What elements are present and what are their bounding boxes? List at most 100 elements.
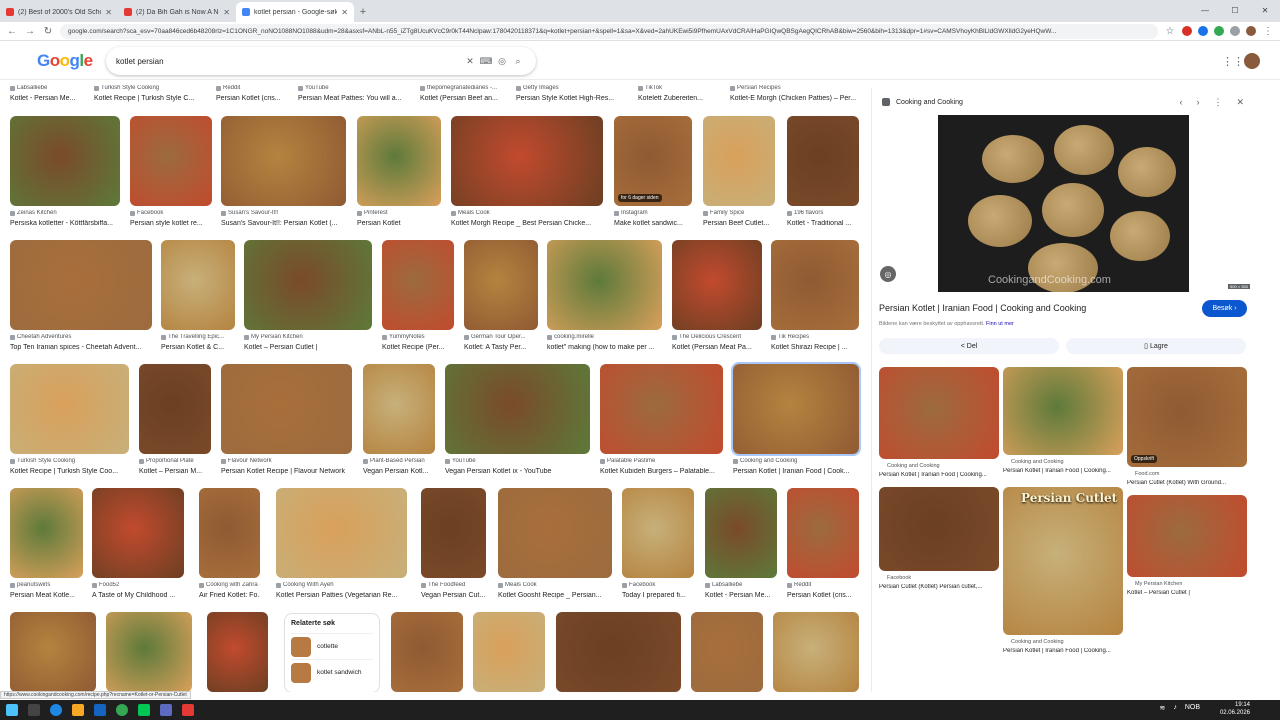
result-thumbnail[interactable] (771, 240, 859, 330)
related-caption[interactable]: Persian Cutlet (Kotlet) Persian cutlet,.… (879, 584, 999, 590)
result-thumbnail[interactable] (445, 364, 590, 454)
result-caption[interactable]: Kotelett Zubereiten... (638, 95, 724, 102)
result-source[interactable]: Reddit (216, 85, 292, 91)
result-thumbnail[interactable] (672, 240, 762, 330)
result-thumbnail[interactable] (391, 612, 463, 692)
related-caption[interactable]: Persian Kotlet | Iranian Food | Cooking.… (1003, 468, 1123, 474)
result-thumbnail[interactable] (276, 488, 407, 578)
result-caption[interactable]: Persian Kotlet (cris... (216, 95, 292, 102)
image-result[interactable]: Turkish Style Cooking Kotlet Recipe | Tu… (94, 80, 210, 106)
result-source[interactable]: Pinterest (357, 210, 441, 216)
chrome-icon[interactable] (116, 704, 128, 716)
close-window-button[interactable]: ✕ (1250, 0, 1280, 20)
avatar[interactable] (1244, 53, 1260, 69)
related-thumbnail[interactable] (1127, 495, 1247, 577)
result-source[interactable]: Susan's Savour-It!! (221, 210, 346, 216)
extension-icon[interactable] (1214, 26, 1224, 36)
image-result[interactable]: Cooking with Zahra - Air Fried Kotlet: F… (199, 488, 260, 606)
maximize-button[interactable]: ☐ (1220, 0, 1250, 20)
result-thumbnail[interactable] (498, 488, 612, 578)
image-result[interactable]: The Delicious Crescent Kotlet (Persian M… (672, 240, 762, 358)
result-caption[interactable]: Kotlet Goosht Recipe _ Persian... (498, 592, 612, 599)
image-result[interactable]: Palatable Pastime Kotlet Kubideh Burgers… (600, 364, 723, 482)
start-icon[interactable] (6, 704, 18, 716)
result-caption[interactable]: Air Fried Kotlet: Fo... (199, 592, 260, 599)
result-source[interactable]: The Delicious Crescent (672, 334, 762, 340)
result-source[interactable]: Meals Cook (451, 210, 603, 216)
result-source[interactable]: German Tour Oper... (464, 334, 538, 340)
image-result[interactable]: The Foodfeed Vegan Persian Cut... (421, 488, 486, 606)
clock[interactable]: 19:14 02.06.2026 (1220, 701, 1250, 717)
result-caption[interactable]: Persian Kotlet (cris... (787, 592, 859, 599)
image-result[interactable]: Flavour Network Persian Kotlet Recipe | … (221, 364, 352, 482)
result-caption[interactable]: Vegan Persian Cut... (421, 592, 486, 599)
browser-tab[interactable]: (2) Da Bih Gah is Now A Nu ✕ (118, 2, 236, 22)
related-search-item[interactable]: cotlette (291, 633, 373, 659)
image-result[interactable] (473, 612, 545, 692)
result-caption[interactable]: Kotlet (Persian Beef an... (420, 95, 510, 102)
image-result[interactable] (10, 612, 96, 692)
result-thumbnail[interactable] (139, 364, 211, 454)
result-source[interactable]: Facebook (130, 210, 212, 216)
image-result[interactable] (556, 612, 681, 692)
result-caption[interactable]: Kotlet - Persian Me... (705, 592, 777, 599)
image-result[interactable]: Meals Cook Kotlet Morgh Recipe _ Best Pe… (451, 116, 603, 234)
google-logo[interactable]: Google (37, 51, 93, 71)
result-thumbnail[interactable] (161, 240, 235, 330)
volume-icon[interactable]: ♪ (1173, 704, 1177, 712)
result-thumbnail[interactable] (221, 364, 352, 454)
image-result[interactable]: Proportional Plate Kotlet – Persian M... (139, 364, 211, 482)
result-caption[interactable]: Kotlet: A Tasty Per... (464, 344, 538, 351)
result-source[interactable]: Labsalliebe (10, 85, 88, 91)
result-caption[interactable]: Vegan Persian Kotl... (363, 468, 435, 475)
image-result[interactable] (391, 612, 463, 692)
share-button[interactable]: < Del (879, 338, 1059, 354)
result-caption[interactable]: Kotlet Kubideh Burgers – Palatable... (600, 468, 723, 475)
related-thumbnail[interactable] (1003, 367, 1123, 455)
visit-button[interactable]: Besøk › (1202, 300, 1247, 317)
edge-icon[interactable] (50, 704, 62, 716)
image-result[interactable]: for 6 dager siden Instagram Make kotlet … (614, 116, 692, 234)
browser-tab[interactable]: (2) Best of 2000's Old School H✕ (0, 2, 118, 22)
result-caption[interactable]: Susan's Savour-It!!: Persian Kotlet (... (221, 220, 346, 227)
browser-tab-active[interactable]: kotlet persian - Google-søk ✕ (236, 2, 354, 22)
reload-icon[interactable]: ↻ (42, 26, 54, 37)
related-thumbnail[interactable] (879, 487, 999, 571)
image-result[interactable]: peanutswirls Persian Meat Kotle... (10, 488, 83, 606)
result-caption[interactable]: Kotlet Persian Patties (Vegetarian Re... (276, 592, 407, 599)
result-thumbnail[interactable] (10, 612, 96, 692)
result-source[interactable]: 196 flavors (787, 210, 859, 216)
close-icon[interactable]: ✕ (1236, 97, 1244, 108)
result-caption[interactable]: Kotlet Morgh Recipe _ Best Persian Chick… (451, 220, 603, 227)
search-icon[interactable] (28, 704, 40, 716)
result-source[interactable]: cooking.mirelle (547, 334, 662, 340)
related-caption[interactable]: Persian Kotlet | Iranian Food | Cooking.… (879, 472, 999, 478)
result-thumbnail[interactable] (382, 240, 454, 330)
close-tab-icon[interactable]: ✕ (223, 8, 230, 17)
result-source[interactable]: Family Spice (703, 210, 775, 216)
result-thumbnail[interactable] (556, 612, 681, 692)
image-result[interactable]: Labsalliebe Kotlet - Persian Me... (705, 488, 777, 606)
result-source[interactable]: TikTok (638, 85, 724, 91)
result-source[interactable]: YouTube (445, 458, 590, 464)
search-icon[interactable]: ⌕ (510, 56, 526, 67)
result-caption[interactable]: Make kotlet sandwic... (614, 220, 692, 227)
result-thumbnail[interactable] (207, 612, 268, 692)
minimize-button[interactable]: — (1190, 0, 1220, 20)
image-result[interactable]: Meals Cook Kotlet Goosht Recipe _ Persia… (498, 488, 612, 606)
related-thumbnail[interactable] (879, 367, 999, 459)
result-thumbnail[interactable] (10, 488, 83, 578)
image-result[interactable]: Reddit Persian Kotlet (cris... (787, 488, 859, 606)
back-icon[interactable]: ← (6, 26, 18, 37)
result-source[interactable]: Cooking With Ayeh (276, 582, 407, 588)
image-result[interactable] (773, 612, 859, 692)
prev-icon[interactable]: ‹ (1179, 97, 1182, 108)
forward-icon[interactable]: → (24, 26, 36, 37)
image-result[interactable] (691, 612, 763, 692)
related-caption[interactable]: Persian Cutlet (Kotlet) With Ground... (1127, 480, 1247, 486)
image-result[interactable]: TikTok Kotelett Zubereiten... (638, 80, 724, 106)
url-input[interactable]: google.com/search?sca_esv=70aa846ced6b48… (60, 23, 1158, 39)
result-caption[interactable]: Persian Kotlet Recipe | Flavour Network (221, 468, 352, 475)
image-result[interactable] (106, 612, 192, 692)
result-source[interactable]: Turkish Style Cooking (94, 85, 210, 91)
